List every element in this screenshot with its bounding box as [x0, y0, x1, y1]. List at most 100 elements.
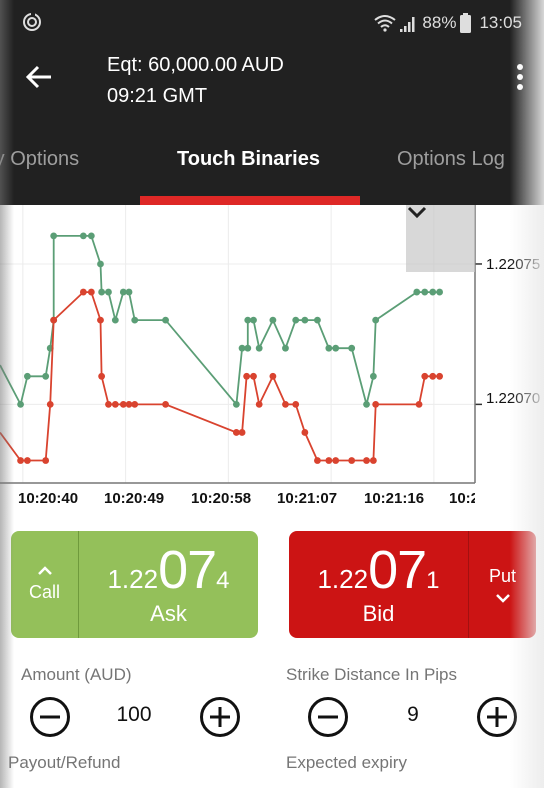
data-point-ask: [97, 260, 104, 268]
bid-label: Bid: [362, 601, 395, 626]
data-point-ask: [42, 372, 50, 380]
data-point-ask: [372, 316, 380, 324]
equity-text: Eqt: 60,000.00 AUD: [107, 54, 284, 76]
amount-label: Amount (AUD): [21, 665, 132, 684]
data-point-bid: [325, 457, 333, 464]
data-point-ask: [301, 316, 309, 324]
data-point-ask: [87, 232, 95, 240]
arrow-left-icon: [25, 65, 51, 89]
data-point-bid: [348, 457, 356, 464]
strike-decrease-button[interactable]: [308, 697, 348, 737]
tab-binary-options[interactable]: ry Options: [0, 148, 79, 171]
amount-decrease-button[interactable]: [30, 697, 70, 737]
tab-label: Touch Binaries: [177, 148, 320, 170]
data-point-ask: [314, 316, 321, 324]
data-point-bid: [282, 400, 289, 408]
expiry-wrap: Expected expiry: [286, 753, 407, 773]
data-point-bid: [87, 288, 95, 296]
data-point-ask: [50, 232, 58, 240]
plus-circle-icon: [487, 707, 507, 727]
strike-distance-value[interactable]: 9: [383, 703, 443, 727]
ask-label: Ask: [150, 601, 187, 626]
amount-value[interactable]: 100: [104, 703, 164, 727]
strike-distance-label: Strike Distance In Pips: [286, 665, 458, 684]
data-point-ask: [79, 232, 87, 240]
call-side[interactable]: Call: [11, 531, 79, 638]
back-button[interactable]: [20, 58, 58, 96]
strike-increase-button[interactable]: [477, 697, 517, 737]
price-chart[interactable]: 1.22075 1.22070 10:20:40 10:20:49 10:20:…: [0, 205, 544, 515]
x-tick-label: 10:20:49: [104, 490, 165, 507]
data-point-bid: [105, 400, 112, 408]
amount-increase-button[interactable]: [200, 697, 240, 737]
data-point-ask: [98, 288, 106, 296]
data-point-ask: [244, 344, 252, 352]
put-button[interactable]: 1.22071 Bid Put: [289, 531, 536, 638]
price-suffix: 1: [426, 567, 440, 594]
data-point-ask: [269, 316, 277, 324]
data-point-ask: [413, 288, 421, 296]
data-point-ask: [17, 400, 24, 408]
put-side[interactable]: Put: [468, 531, 536, 638]
data-point-bid: [42, 457, 50, 464]
data-point-ask: [332, 344, 340, 352]
amount-stepper: 100: [0, 683, 240, 747]
data-point-bid: [250, 372, 257, 380]
tab-label: Options Log: [397, 148, 505, 170]
x-tick-label: 10:20:58: [191, 490, 252, 507]
data-point-bid: [255, 400, 263, 408]
more-dot: [517, 74, 523, 80]
tab-options-log[interactable]: Options Log: [397, 148, 505, 171]
data-point-bid: [98, 372, 106, 380]
data-point-ask: [111, 316, 119, 324]
data-point-bid: [372, 400, 380, 408]
data-point-bid: [363, 457, 370, 464]
top-app-bar: 88% 13:05 Eqt: 60,000.00 AUD 09:21 GMT r…: [0, 0, 544, 205]
data-point-ask: [24, 372, 31, 380]
chevron-down-icon: [407, 206, 427, 219]
call-button[interactable]: Call 1.22074 Ask: [11, 531, 258, 638]
data-point-ask: [105, 288, 112, 296]
strike-distance-stepper: 9: [272, 683, 517, 747]
expected-expiry-label: Expected expiry: [286, 753, 407, 772]
wifi-icon: [374, 15, 397, 32]
data-point-ask: [369, 372, 377, 380]
collapse-chart-button[interactable]: [406, 205, 475, 272]
minus-circle-icon: [40, 715, 60, 719]
data-point-ask: [232, 400, 240, 408]
data-point-ask: [282, 344, 289, 352]
data-point-ask: [348, 344, 356, 352]
active-tab-indicator: [140, 196, 360, 205]
ask-price: 1.22074: [79, 539, 258, 601]
ask-price-area[interactable]: 1.22074 Ask: [79, 531, 258, 638]
data-point-bid: [50, 316, 58, 324]
data-point-bid: [97, 316, 104, 324]
data-point-ask: [131, 316, 139, 324]
put-label: Put: [488, 566, 517, 586]
call-label: Call: [28, 582, 60, 602]
account-info: Eqt: 60,000.00 AUD 09:21 GMT: [107, 50, 284, 112]
price-big-digits: 07: [368, 540, 427, 600]
tab-bar: ry Options Touch Binaries Options Log: [0, 120, 544, 205]
data-point-ask: [250, 316, 257, 324]
data-point-bid: [131, 400, 139, 408]
data-point-bid: [238, 429, 246, 436]
bid-price-area[interactable]: 1.22071 Bid: [289, 531, 468, 638]
x-tick-label: 10:20:40: [18, 490, 79, 507]
data-point-bid: [17, 457, 24, 464]
data-point-bid: [429, 372, 437, 380]
price-prefix: 1.22: [107, 564, 159, 594]
more-options-button[interactable]: [510, 60, 530, 94]
tab-touch-binaries[interactable]: Touch Binaries: [177, 148, 320, 171]
payout-refund-label: Payout/Refund: [8, 753, 121, 772]
data-point-ask: [162, 316, 169, 324]
more-dot: [517, 84, 523, 90]
battery-icon: [460, 13, 472, 33]
signal-icon: [400, 17, 415, 32]
y-tick-label: 1.22075: [486, 256, 541, 273]
battery-percent: 88%: [422, 13, 457, 32]
data-point-bid: [332, 457, 340, 464]
x-tick-label: 10:21:07: [277, 490, 338, 507]
data-point-bid: [301, 429, 309, 436]
sync-circle-icon: [23, 12, 41, 31]
